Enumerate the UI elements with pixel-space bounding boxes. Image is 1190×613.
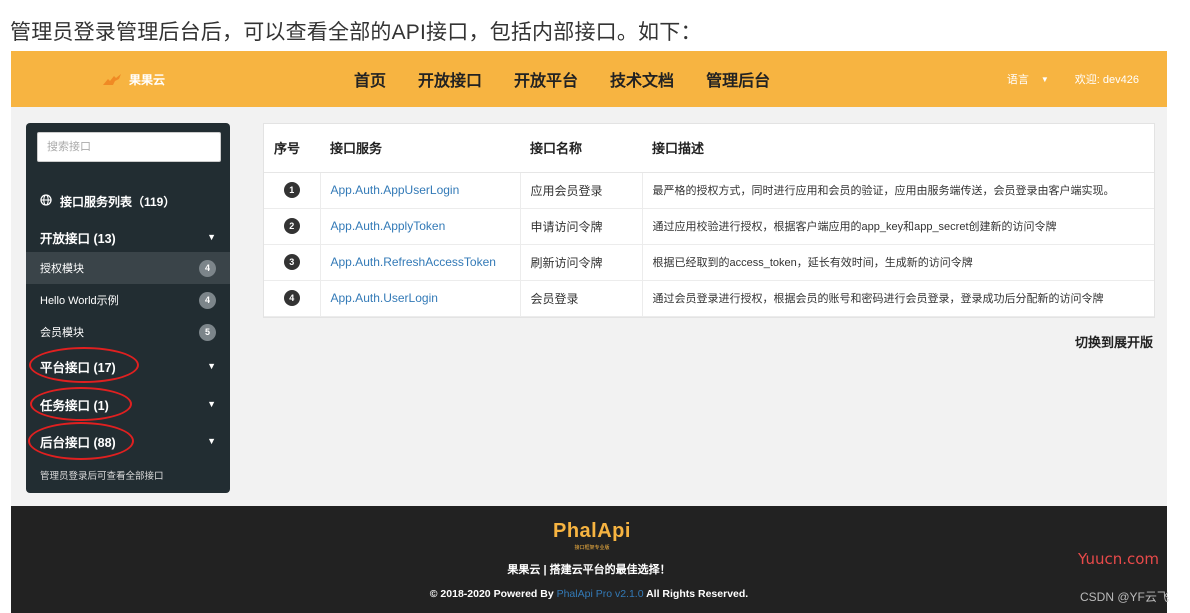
api-desc: 通过应用校验进行授权，根据客户端应用的app_key和app_secret创建新… [641, 208, 1154, 245]
count-badge: 4 [199, 259, 216, 277]
api-name: 应用会员登录 [519, 172, 642, 209]
footer-logo: PhalApi 接口框架专业版 [553, 520, 631, 551]
caret-down-icon: ▼ [1040, 74, 1049, 84]
table-row: 2 App.Auth.ApplyToken 申请访问令牌 通过应用校验进行授权，… [264, 208, 1154, 245]
csdn-watermark: CSDN @YF云飞 [1080, 590, 1169, 604]
sidebar-item-hello-world[interactable]: Hello World示例 4 [26, 284, 230, 316]
brand-logo[interactable]: 果果云 [101, 71, 165, 88]
sidebar-item-auth[interactable]: 授权模块 4 [26, 252, 230, 284]
row-number-icon: 1 [283, 182, 300, 198]
group-label: 后台接口 (88) [40, 435, 116, 450]
copyright-prefix: © 2018-2020 Powered By [429, 588, 554, 600]
nav-right: 语言 ▼ 欢迎: dev426 [1007, 51, 1139, 107]
sidebar-item-label: 授权模块 [40, 263, 84, 275]
service-link[interactable]: App.Auth.ApplyToken [319, 208, 520, 245]
group-platform-api[interactable]: 平台接口 (17) ▼ [26, 351, 230, 381]
group-admin-api[interactable]: 后台接口 (88) ▼ [26, 426, 230, 456]
api-sidebar: 接口服务列表（119） 开放接口 (13) ▼ 授权模块 4 Hello Wor… [26, 123, 230, 493]
row-number-icon: 4 [283, 290, 300, 306]
service-link[interactable]: App.Auth.AppUserLogin [319, 172, 520, 209]
nav-open-platform[interactable]: 开放平台 [514, 67, 578, 91]
api-name: 刷新访问令牌 [519, 244, 642, 281]
sidebar-item-label: Hello World示例 [40, 295, 119, 307]
col-header-service: 接口服务 [320, 124, 520, 173]
row-number-icon: 2 [283, 218, 300, 234]
globe-icon [40, 194, 52, 209]
row-number-icon: 3 [283, 254, 300, 270]
language-dropdown[interactable]: 语言 ▼ [1007, 71, 1049, 87]
nav-open-api[interactable]: 开放接口 [418, 67, 482, 91]
service-link[interactable]: App.Auth.UserLogin [319, 280, 520, 317]
language-label: 语言 [1006, 74, 1029, 86]
api-table: 序号 接口服务 接口名称 接口描述 1 App.Auth.AppUserLogi… [264, 124, 1154, 317]
phalapi-pro-link[interactable]: PhalApi Pro v2.1.0 [557, 588, 644, 600]
table-row: 3 App.Auth.RefreshAccessToken 刷新访问令牌 根据已… [264, 244, 1154, 281]
api-name: 申请访问令牌 [519, 208, 642, 245]
nav-admin[interactable]: 管理后台 [706, 67, 770, 91]
api-name: 会员登录 [519, 280, 642, 317]
nav-docs[interactable]: 技术文档 [610, 67, 674, 91]
caret-down-icon: ▼ [207, 399, 216, 409]
sidebar-item-member[interactable]: 会员模块 5 [26, 316, 230, 348]
sidebar-item-label: 会员模块 [40, 327, 84, 339]
nav-home[interactable]: 首页 [354, 67, 386, 91]
api-table-card: 序号 接口服务 接口名称 接口描述 1 App.Auth.AppUserLogi… [263, 123, 1155, 318]
table-header-row: 序号 接口服务 接口名称 接口描述 [264, 124, 1154, 173]
count-badge: 5 [199, 323, 216, 341]
table-row: 1 App.Auth.AppUserLogin 应用会员登录 最严格的授权方式，… [264, 172, 1154, 209]
site-watermark: Yuucn.com [1078, 550, 1160, 568]
api-desc: 通过会员登录进行授权，根据会员的账号和密码进行会员登录，登录成功后分配新的访问令… [641, 280, 1154, 317]
top-navbar: 果果云 首页 开放接口 开放平台 技术文档 管理后台 语言 ▼ 欢迎: dev4… [11, 51, 1167, 107]
col-header-name: 接口名称 [520, 124, 642, 173]
sidebar-footnote: 管理员登录后可查看全部接口 [40, 471, 164, 482]
brand-name: 果果云 [129, 73, 166, 87]
table-row: 4 App.Auth.UserLogin 会员登录 通过会员登录进行授权，根据会… [264, 280, 1154, 317]
col-header-index: 序号 [264, 124, 320, 173]
group-open-api[interactable]: 开放接口 (13) ▼ [26, 222, 230, 252]
copyright-suffix: All Rights Reserved. [646, 588, 749, 600]
switch-expanded-view-link[interactable]: 切换到展开版 [1075, 332, 1153, 351]
caret-down-icon: ▼ [207, 361, 216, 371]
service-link[interactable]: App.Auth.RefreshAccessToken [319, 244, 520, 281]
site-footer: PhalApi 接口框架专业版 果果云 | 搭建云平台的最佳选择！ © 2018… [11, 506, 1167, 613]
api-desc: 根据已经取到的access_token，延长有效时间，生成新的访问令牌 [641, 244, 1154, 281]
group-task-api[interactable]: 任务接口 (1) ▼ [26, 389, 230, 419]
footer-copyright: © 2018-2020 Powered By PhalApi Pro v2.1.… [11, 588, 1167, 600]
footer-slogan: 果果云 | 搭建云平台的最佳选择！ [507, 564, 671, 576]
welcome-user[interactable]: 欢迎: dev426 [1075, 71, 1139, 87]
api-desc: 最严格的授权方式，同时进行应用和会员的验证，应用由服务端传送，会员登录由客户端实… [641, 172, 1154, 209]
footer-logo-subtext: 接口框架专业版 [574, 545, 610, 551]
caret-down-icon: ▼ [207, 232, 216, 242]
count-badge: 4 [199, 291, 216, 309]
api-search-input[interactable] [37, 132, 221, 162]
group-label: 开放接口 (13) [40, 231, 116, 246]
group-label: 任务接口 (1) [40, 398, 109, 413]
deer-icon [103, 73, 121, 85]
caret-down-icon: ▼ [207, 436, 216, 446]
col-header-desc: 接口描述 [642, 124, 1154, 173]
api-list-title-text: 接口服务列表（119） [60, 195, 176, 209]
group-label: 平台接口 (17) [40, 360, 116, 375]
main-content: 接口服务列表（119） 开放接口 (13) ▼ 授权模块 4 Hello Wor… [11, 107, 1167, 506]
api-list-title: 接口服务列表（119） [40, 193, 175, 210]
footer-logo-text: PhalApi [553, 520, 631, 542]
page-caption: 管理员登录管理后台后，可以查看全部的API接口，包括内部接口。如下： [10, 21, 702, 44]
main-nav: 首页 开放接口 开放平台 技术文档 管理后台 [354, 51, 802, 107]
